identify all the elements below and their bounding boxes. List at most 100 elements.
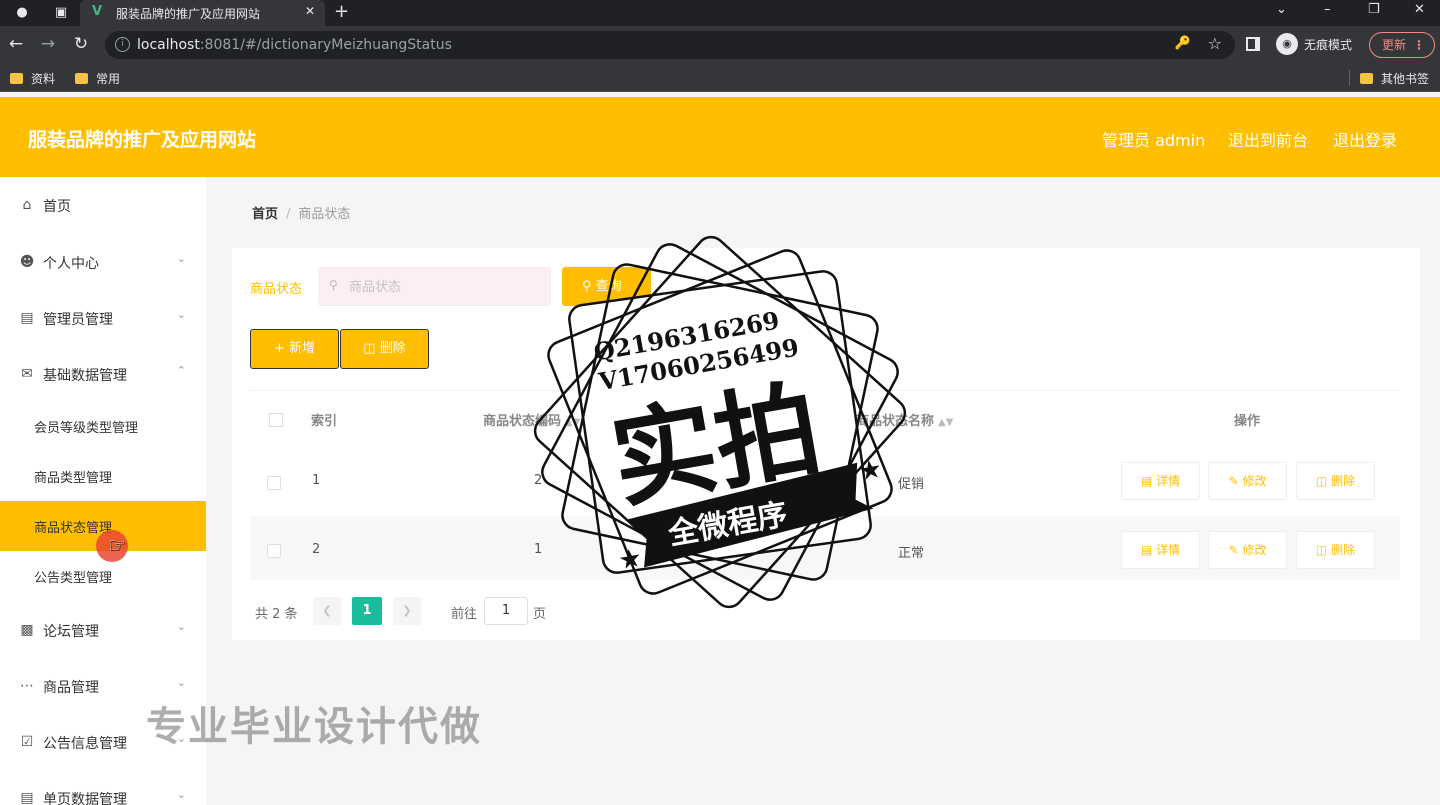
plus-icon: + bbox=[273, 341, 285, 356]
next-page-button[interactable]: ❯ bbox=[393, 597, 421, 625]
vue-favicon-icon: V bbox=[92, 4, 103, 19]
bookmark-label: 资料 bbox=[31, 72, 56, 86]
bookmark-folder-changyong[interactable]: 常用 bbox=[75, 70, 120, 87]
sidebar-item-admin-management[interactable]: ▤ 管理员管理 ⌄ bbox=[0, 290, 206, 346]
clipboard-icon: ▩ bbox=[20, 622, 34, 638]
tab-close-icon[interactable]: ✕ bbox=[305, 4, 315, 18]
more-vertical-icon: ⋮ bbox=[1413, 38, 1425, 52]
address-bar[interactable]: i localhost:8081/#/dictionaryMeizhuangSt… bbox=[105, 31, 1235, 59]
sidebar-item-label: 管理员管理 bbox=[43, 312, 113, 328]
row-checkbox[interactable] bbox=[267, 544, 281, 558]
new-tab-icon[interactable]: + bbox=[334, 1, 349, 22]
select-all-checkbox[interactable] bbox=[269, 413, 283, 427]
bookmark-label: 其他书签 bbox=[1381, 72, 1430, 86]
watermark-text: 专业毕业设计代做 bbox=[146, 704, 482, 750]
url-text[interactable]: localhost:8081/#/dictionaryMeizhuangStat… bbox=[137, 37, 452, 53]
breadcrumb-separator: / bbox=[286, 207, 291, 222]
chevron-up-icon: ⌃ bbox=[176, 364, 186, 377]
back-to-front-link[interactable]: 退出到前台 bbox=[1228, 127, 1308, 151]
sidebar-subitem-label: 公告类型管理 bbox=[34, 571, 113, 586]
minimize-icon[interactable]: – bbox=[1324, 2, 1331, 17]
mail-icon: ✉ bbox=[21, 366, 33, 382]
bookmark-folder-ziliao[interactable]: 资料 bbox=[10, 70, 55, 87]
globe-icon[interactable]: ● bbox=[13, 4, 31, 22]
goto-label: 前往 bbox=[451, 607, 478, 622]
tab-list-chevron-icon[interactable]: ⌄ bbox=[1276, 2, 1287, 17]
checklist-icon: ☑ bbox=[20, 734, 34, 750]
batch-delete-button[interactable]: ◫ 删除 bbox=[340, 329, 429, 369]
sidebar-subitem-member-level[interactable]: 会员等级类型管理 bbox=[0, 401, 206, 451]
update-button[interactable]: 更新 ⋮ bbox=[1369, 32, 1435, 58]
user-icon: ☻ bbox=[19, 254, 35, 270]
breadcrumb: 首页 / 商品状态 bbox=[252, 203, 350, 222]
admin-user-label: 管理员 admin bbox=[1102, 131, 1206, 150]
column-header-actions: 操作 bbox=[1234, 414, 1261, 429]
site-title: 服装品牌的推广及应用网站 bbox=[28, 129, 257, 151]
chevron-down-icon: ⌄ bbox=[176, 620, 186, 633]
row-checkbox[interactable] bbox=[267, 476, 281, 490]
edit-button[interactable]: ✎ 修改 bbox=[1208, 462, 1287, 500]
sidebar-subitem-label: 会员等级类型管理 bbox=[34, 421, 139, 436]
folder-icon bbox=[10, 73, 23, 84]
document-icon: ▤ bbox=[1140, 543, 1153, 557]
add-button[interactable]: + 新增 bbox=[250, 329, 339, 369]
sidebar-subitem-label: 商品类型管理 bbox=[34, 471, 113, 486]
sidebar-item-personal-center[interactable]: ☻ 个人中心 ⌄ bbox=[0, 234, 206, 290]
back-arrow-icon[interactable]: ← bbox=[5, 34, 27, 54]
sidebar-item-forum[interactable]: ▩ 论坛管理 ⌄ bbox=[0, 602, 206, 658]
sort-icon[interactable]: ▲▼ bbox=[938, 417, 953, 428]
search-input[interactable] bbox=[349, 276, 539, 298]
delete-button-label: 删除 bbox=[379, 341, 406, 356]
folder-icon bbox=[1360, 73, 1373, 84]
edit-icon: ✎ bbox=[1228, 474, 1239, 488]
briefcase-icon: ▤ bbox=[20, 310, 34, 326]
incognito-indicator[interactable]: ◉ 无痕模式 bbox=[1276, 32, 1352, 56]
sidebar-item-single-page[interactable]: ▤ 单页数据管理 ⌄ bbox=[0, 770, 206, 805]
other-bookmarks[interactable]: 其他书签 bbox=[1360, 70, 1429, 87]
side-panel-icon[interactable] bbox=[1246, 37, 1260, 51]
sidebar-item-home[interactable]: ⌂ 首页 bbox=[0, 177, 206, 233]
breadcrumb-current: 商品状态 bbox=[298, 207, 351, 222]
cell-index: 2 bbox=[312, 542, 321, 557]
detail-button[interactable]: ▤ 详情 bbox=[1121, 531, 1200, 569]
logout-link[interactable]: 退出登录 bbox=[1333, 127, 1397, 151]
sidebar-item-basic-data[interactable]: ✉ 基础数据管理 ⌃ bbox=[0, 346, 206, 402]
tab-title: 服装品牌的推广及应用网站 bbox=[116, 7, 261, 21]
browser-tab[interactable]: V 服装品牌的推广及应用网站 ✕ bbox=[80, 0, 325, 26]
row-delete-button[interactable]: ◫ 删除 bbox=[1296, 462, 1375, 500]
detail-label: 详情 bbox=[1156, 474, 1181, 488]
row-delete-button[interactable]: ◫ 删除 bbox=[1296, 531, 1375, 569]
server-icon: ▤ bbox=[20, 790, 34, 805]
detail-button[interactable]: ▤ 详情 bbox=[1121, 462, 1200, 500]
trash-icon: ◫ bbox=[1315, 543, 1328, 557]
edit-label: 修改 bbox=[1242, 543, 1267, 557]
browser-tab-bar: ● ▣ V 服装品牌的推广及应用网站 ✕ + ⌄ – ❐ ✕ bbox=[0, 0, 1440, 26]
restore-icon[interactable]: ❐ bbox=[1368, 2, 1380, 17]
chevron-down-icon: ⌄ bbox=[176, 788, 186, 801]
sidebar-subitem-product-type[interactable]: 商品类型管理 bbox=[0, 451, 206, 501]
window-close-icon[interactable]: ✕ bbox=[1414, 2, 1425, 17]
pagination-total: 共 2 条 bbox=[255, 607, 298, 622]
reload-icon[interactable]: ↻ bbox=[70, 34, 92, 54]
bookmark-star-icon[interactable]: ☆ bbox=[1208, 34, 1222, 53]
chevron-down-icon: ⌄ bbox=[176, 676, 186, 689]
chevron-down-icon: ⌄ bbox=[176, 308, 186, 321]
site-info-icon[interactable]: i bbox=[115, 37, 130, 52]
document-icon: ▤ bbox=[1140, 474, 1153, 488]
page-number-button[interactable]: 1 bbox=[352, 597, 382, 625]
password-key-icon[interactable]: 🔑 bbox=[1175, 36, 1191, 51]
search-field[interactable]: ⚲ bbox=[318, 267, 551, 306]
edit-button[interactable]: ✎ 修改 bbox=[1208, 531, 1287, 569]
forward-arrow-icon[interactable]: → bbox=[37, 34, 59, 54]
tab-search-icon[interactable]: ▣ bbox=[52, 4, 70, 22]
goto-page-input[interactable]: 1 bbox=[484, 597, 528, 625]
app-header: 服装品牌的推广及应用网站 管理员 admin 退出到前台 退出登录 bbox=[0, 97, 1440, 177]
sidebar-item-label: 论坛管理 bbox=[43, 624, 99, 640]
bookmarks-divider bbox=[1349, 70, 1350, 86]
sidebar-item-label: 首页 bbox=[43, 199, 71, 215]
bookmark-label: 常用 bbox=[96, 72, 121, 86]
sidebar-item-label: 个人中心 bbox=[43, 256, 99, 272]
update-label: 更新 bbox=[1382, 38, 1407, 52]
breadcrumb-home[interactable]: 首页 bbox=[252, 207, 278, 222]
prev-page-button[interactable]: ❮ bbox=[313, 597, 341, 625]
